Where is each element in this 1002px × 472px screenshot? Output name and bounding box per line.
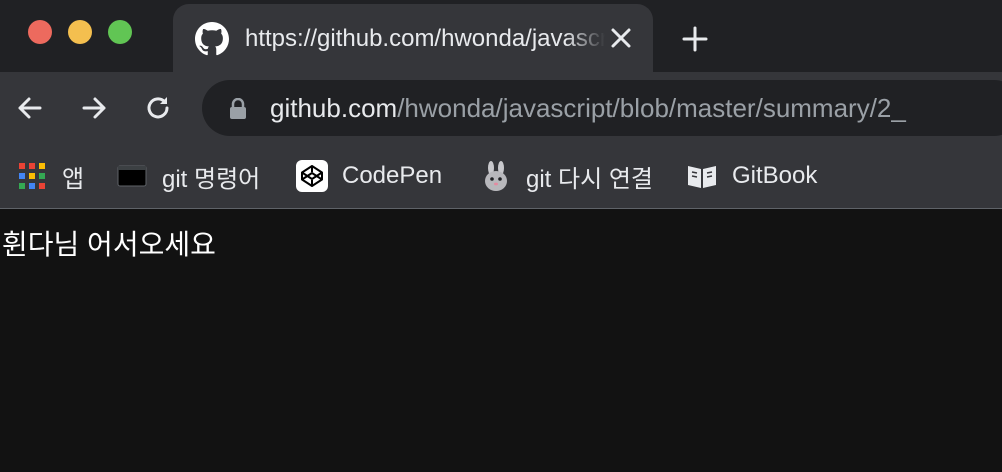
- url-text: github.com/hwonda/javascript/blob/master…: [270, 90, 906, 126]
- gitbook-icon: [686, 160, 718, 192]
- plus-icon: [682, 26, 708, 52]
- bookmark-git-reconnect[interactable]: git 다시 연결: [480, 156, 653, 196]
- reload-icon: [147, 97, 169, 119]
- bookmark-codepen[interactable]: CodePen: [296, 156, 442, 196]
- window-minimize-button[interactable]: [68, 20, 92, 44]
- url-path: /hwonda/javascript/blob/master/summary/2…: [397, 93, 906, 123]
- tab-title: https://github.com/hwonda/javascript/blo…: [245, 22, 605, 56]
- tab-strip: https://github.com/hwonda/javascript/blo…: [0, 0, 1002, 72]
- arrow-left-icon: [18, 97, 42, 119]
- back-button[interactable]: [14, 92, 46, 124]
- page-content: 휜다님 어서오세요: [0, 209, 1002, 472]
- toolbar: github.com/hwonda/javascript/blob/master…: [0, 72, 1002, 144]
- browser-chrome: https://github.com/hwonda/javascript/blo…: [0, 0, 1002, 209]
- window-close-button[interactable]: [28, 20, 52, 44]
- reload-button[interactable]: [142, 92, 174, 124]
- forward-button[interactable]: [78, 92, 110, 124]
- new-tab-button[interactable]: [680, 24, 710, 54]
- bookmark-gitbook[interactable]: GitBook: [686, 156, 817, 196]
- close-icon[interactable]: [607, 24, 635, 52]
- bookmark-label: GitBook: [732, 162, 818, 189]
- github-icon: [195, 22, 229, 56]
- bookmark-label: git 다시 연결: [526, 165, 654, 193]
- url-host: github.com: [270, 93, 398, 123]
- rabbit-icon: [480, 160, 512, 192]
- greeting-text: 휜다님 어서오세요: [2, 229, 216, 260]
- apps-grid-icon: [16, 160, 48, 192]
- bookmark-apps[interactable]: 앱: [16, 156, 84, 196]
- bookmark-label: CodePen: [342, 162, 443, 189]
- bookmark-git-commands[interactable]: git 명령어: [116, 156, 260, 196]
- bookmark-label: git 명령어: [162, 165, 261, 193]
- bookmarks-bar: 앱 git 명령어 CodePen git 다시 연결 GitBook: [0, 144, 1002, 209]
- arrow-right-icon: [82, 97, 106, 119]
- lock-icon[interactable]: [228, 97, 248, 120]
- bookmark-label: 앱: [62, 165, 85, 193]
- terminal-icon: [116, 160, 148, 192]
- window-maximize-button[interactable]: [108, 20, 132, 44]
- address-bar[interactable]: github.com/hwonda/javascript/blob/master…: [202, 80, 1002, 136]
- codepen-icon: [296, 160, 328, 192]
- active-tab[interactable]: https://github.com/hwonda/javascript/blo…: [173, 4, 653, 72]
